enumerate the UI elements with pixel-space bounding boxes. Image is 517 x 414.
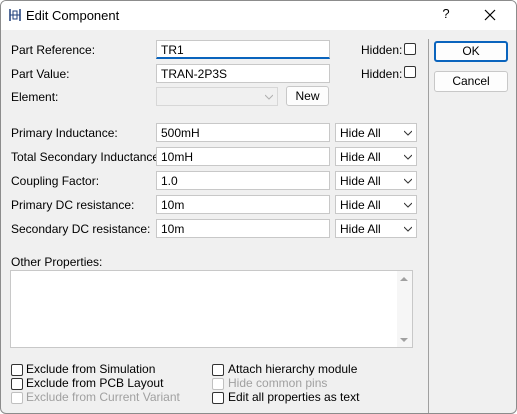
- property-visibility-value: Hide All: [340, 222, 381, 236]
- value-hidden-label: Hidden:: [361, 67, 403, 81]
- property-value-input[interactable]: 10mH: [156, 147, 330, 166]
- property-visibility-select[interactable]: Hide All: [335, 123, 417, 142]
- button-separator: [428, 39, 429, 413]
- new-button[interactable]: New: [286, 86, 329, 106]
- edit-component-dialog: Edit Component ? Part Reference: TR1 Hid…: [0, 0, 517, 414]
- property-visibility-value: Hide All: [340, 150, 381, 164]
- help-button[interactable]: ?: [439, 6, 453, 21]
- part-value-input[interactable]: TRAN-2P3S: [156, 64, 330, 83]
- exclude-pcb-checkbox[interactable]: [11, 378, 23, 390]
- exclude-variant-checkbox: [11, 392, 23, 404]
- other-properties-textarea[interactable]: [10, 270, 413, 348]
- scroll-down-icon[interactable]: [400, 337, 408, 343]
- value-hidden-checkbox[interactable]: [404, 66, 416, 78]
- chevron-down-icon: [404, 178, 412, 184]
- property-label: Primary DC resistance:: [11, 198, 135, 212]
- property-visibility-select[interactable]: Hide All: [335, 219, 417, 238]
- edit-as-text-checkbox[interactable]: [212, 392, 224, 404]
- property-visibility-select[interactable]: Hide All: [335, 147, 417, 166]
- property-label: Secondary DC resistance:: [11, 222, 151, 236]
- property-value-input[interactable]: 1.0: [156, 171, 330, 190]
- element-select: [156, 87, 278, 106]
- exclude-variant-label: Exclude from Current Variant: [26, 390, 180, 404]
- scroll-up-icon[interactable]: [400, 276, 408, 282]
- attach-hierarchy-checkbox[interactable]: [212, 364, 224, 376]
- ok-button[interactable]: OK: [434, 41, 508, 62]
- attach-hierarchy-label: Attach hierarchy module: [228, 362, 358, 376]
- hide-common-pins-checkbox: [212, 378, 224, 390]
- other-properties-scrollbar[interactable]: [397, 271, 412, 347]
- property-value-input[interactable]: 500mH: [156, 123, 330, 142]
- property-label: Coupling Factor:: [11, 174, 100, 188]
- edit-as-text-label: Edit all properties as text: [228, 390, 360, 404]
- exclude-pcb-label: Exclude from PCB Layout: [26, 376, 164, 390]
- property-visibility-value: Hide All: [340, 126, 381, 140]
- cancel-button[interactable]: Cancel: [434, 71, 508, 92]
- exclude-simulation-label: Exclude from Simulation: [26, 362, 156, 376]
- part-reference-label: Part Reference:: [11, 43, 96, 57]
- property-label: Primary Inductance:: [11, 126, 118, 140]
- property-visibility-value: Hide All: [340, 174, 381, 188]
- part-reference-input[interactable]: TR1: [156, 40, 330, 59]
- component-icon: [9, 9, 21, 21]
- reference-hidden-label: Hidden:: [361, 43, 403, 57]
- title-bar: Edit Component ?: [1, 1, 516, 30]
- property-value-input[interactable]: 10m: [156, 195, 330, 214]
- dialog-content: Part Reference: TR1 Hidden: Part Value: …: [1, 30, 516, 413]
- property-visibility-select[interactable]: Hide All: [335, 195, 417, 214]
- element-label: Element:: [11, 90, 59, 104]
- close-icon[interactable]: [481, 6, 499, 24]
- part-value-label: Part Value:: [11, 67, 70, 81]
- chevron-down-icon: [404, 130, 412, 136]
- exclude-simulation-checkbox[interactable]: [11, 364, 23, 376]
- property-visibility-value: Hide All: [340, 198, 381, 212]
- chevron-down-icon: [404, 154, 412, 160]
- property-label: Total Secondary Inductance:: [11, 150, 163, 164]
- property-value-input[interactable]: 10m: [156, 219, 330, 238]
- hide-common-pins-label: Hide common pins: [228, 376, 328, 390]
- reference-hidden-checkbox[interactable]: [404, 43, 416, 55]
- chevron-down-icon: [404, 202, 412, 208]
- other-properties-label: Other Properties:: [11, 255, 103, 269]
- chevron-down-icon: [265, 94, 273, 100]
- window-title: Edit Component: [26, 8, 120, 23]
- chevron-down-icon: [404, 226, 412, 232]
- property-visibility-select[interactable]: Hide All: [335, 171, 417, 190]
